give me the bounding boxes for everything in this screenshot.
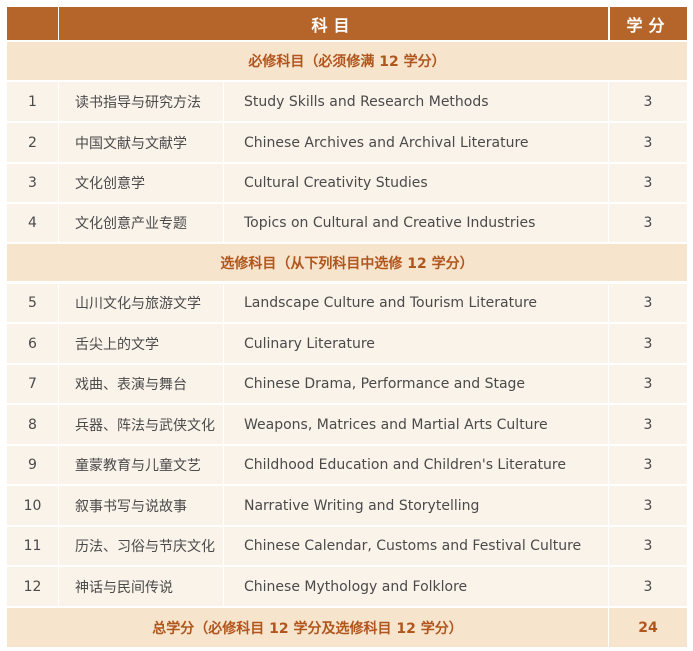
course-name-cn: 叙事书写与说故事 (59, 486, 223, 525)
course-name-en: Chinese Drama, Performance and Stage (224, 365, 608, 403)
table-row: 12 神话与民间传说 Chinese Mythology and Folklor… (7, 567, 687, 606)
course-credit: 3 (609, 446, 687, 484)
total-credit-value: 24 (609, 608, 687, 647)
course-name-cn: 中国文献与文献学 (59, 123, 223, 162)
course-name-cn: 历法、习俗与节庆文化 (59, 527, 223, 565)
course-number: 10 (7, 486, 58, 525)
table-row: 4 文化创意产业专题 Topics on Cultural and Creati… (7, 204, 687, 242)
course-credit: 3 (609, 164, 687, 202)
course-name-en: Landscape Culture and Tourism Literature (224, 284, 608, 322)
course-name-cn: 文化创意学 (59, 164, 223, 202)
course-number: 9 (7, 446, 58, 484)
course-number: 11 (7, 527, 58, 565)
table-row: 5 山川文化与旅游文学 Landscape Culture and Touris… (7, 284, 687, 322)
table-header: 科目 学分 (7, 7, 687, 40)
table-row: 2 中国文献与文献学 Chinese Archives and Archival… (7, 123, 687, 162)
course-credit: 3 (609, 123, 687, 162)
course-credit: 3 (609, 284, 687, 322)
course-credit: 3 (609, 567, 687, 606)
total-label: 总学分（必修科目 12 学分及选修科目 12 学分） (7, 608, 608, 647)
course-name-cn: 兵器、阵法与武侠文化 (59, 405, 223, 444)
course-name-cn: 童蒙教育与儿童文艺 (59, 446, 223, 484)
course-name-en: Chinese Archives and Archival Literature (224, 123, 608, 162)
table-row: 8 兵器、阵法与武侠文化 Weapons, Matrices and Marti… (7, 405, 687, 444)
table-row: 3 文化创意学 Cultural Creativity Studies 3 (7, 164, 687, 202)
table-row: 10 叙事书写与说故事 Narrative Writing and Storyt… (7, 486, 687, 525)
section-elective: 选修科目（从下列科目中选修 12 学分） (7, 244, 687, 281)
course-number: 8 (7, 405, 58, 444)
header-number-cell (7, 7, 58, 40)
course-credit-table: 科目 学分 必修科目（必须修满 12 学分） 1 读书指导与研究方法 Study… (7, 7, 687, 649)
course-credit: 3 (609, 486, 687, 525)
course-name-cn: 文化创意产业专题 (59, 204, 223, 242)
course-name-cn: 山川文化与旅游文学 (59, 284, 223, 322)
course-name-en: Culinary Literature (224, 324, 608, 363)
course-credit: 3 (609, 527, 687, 565)
course-number: 3 (7, 164, 58, 202)
course-name-en: Topics on Cultural and Creative Industri… (224, 204, 608, 242)
course-credit: 3 (609, 405, 687, 444)
course-credit: 3 (609, 204, 687, 242)
table-row: 9 童蒙教育与儿童文艺 Childhood Education and Chil… (7, 446, 687, 484)
section-title: 必修科目（必须修满 12 学分） (7, 42, 687, 80)
course-name-cn: 读书指导与研究方法 (59, 82, 223, 121)
course-name-en: Study Skills and Research Methods (224, 82, 608, 121)
section-required: 必修科目（必须修满 12 学分） (7, 42, 687, 80)
course-name-en: Chinese Mythology and Folklore (224, 567, 608, 606)
course-name-cn: 戏曲、表演与舞台 (59, 365, 223, 403)
course-name-en: Chinese Calendar, Customs and Festival C… (224, 527, 608, 565)
course-name-en: Cultural Creativity Studies (224, 164, 608, 202)
table-row: 1 读书指导与研究方法 Study Skills and Research Me… (7, 82, 687, 121)
course-credit: 3 (609, 365, 687, 403)
course-number: 2 (7, 123, 58, 162)
course-name-en: Narrative Writing and Storytelling (224, 486, 608, 525)
course-name-en: Childhood Education and Children's Liter… (224, 446, 608, 484)
course-credit: 3 (609, 82, 687, 121)
course-name-cn: 神话与民间传说 (59, 567, 223, 606)
course-number: 4 (7, 204, 58, 242)
course-name-en: Weapons, Matrices and Martial Arts Cultu… (224, 405, 608, 444)
course-credit: 3 (609, 324, 687, 363)
section-title: 选修科目（从下列科目中选修 12 学分） (7, 244, 687, 281)
table-row: 7 戏曲、表演与舞台 Chinese Drama, Performance an… (7, 365, 687, 403)
course-number: 5 (7, 284, 58, 322)
header-credit-cell: 学分 (610, 7, 687, 40)
table-row: 6 舌尖上的文学 Culinary Literature 3 (7, 324, 687, 363)
table-row: 11 历法、习俗与节庆文化 Chinese Calendar, Customs … (7, 527, 687, 565)
course-number: 12 (7, 567, 58, 606)
header-course-cell: 科目 (59, 7, 608, 40)
total-row: 总学分（必修科目 12 学分及选修科目 12 学分） 24 (7, 608, 687, 647)
course-name-cn: 舌尖上的文学 (59, 324, 223, 363)
course-number: 6 (7, 324, 58, 363)
course-number: 1 (7, 82, 58, 121)
course-number: 7 (7, 365, 58, 403)
